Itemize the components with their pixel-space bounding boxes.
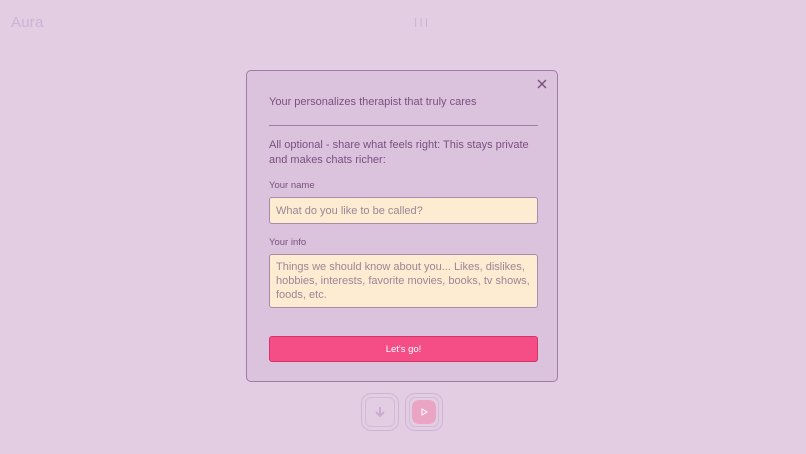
download-button[interactable] xyxy=(361,393,399,431)
dialog-intro-text: All optional - share what feels right: T… xyxy=(269,139,529,166)
close-icon xyxy=(537,79,547,89)
info-label: Your info xyxy=(269,237,307,248)
info-textarea[interactable] xyxy=(269,254,538,308)
name-label: Your name xyxy=(269,180,315,191)
name-input[interactable] xyxy=(269,197,538,224)
play-button[interactable] xyxy=(405,393,443,431)
app-screen: Aura ||| Your personalizes therapist tha… xyxy=(0,0,806,454)
bottom-controls xyxy=(361,393,447,433)
dialog-title: Your personalizes therapist that truly c… xyxy=(269,96,477,108)
download-arrow-icon xyxy=(375,407,385,418)
top-indicator: ||| xyxy=(413,18,430,28)
close-button[interactable] xyxy=(535,77,549,91)
brand-logo: Aura xyxy=(11,14,44,31)
onboarding-dialog: Your personalizes therapist that truly c… xyxy=(246,70,558,382)
title-divider xyxy=(269,125,538,126)
lets-go-button[interactable]: Let's go! xyxy=(269,336,538,362)
play-icon xyxy=(421,408,428,416)
